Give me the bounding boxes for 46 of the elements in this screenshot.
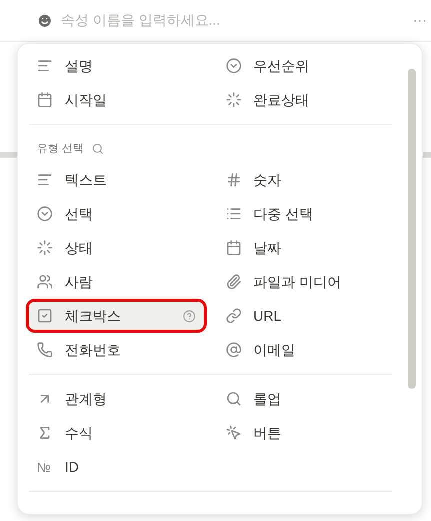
lines-icon (37, 172, 53, 188)
menu-item[interactable]: 버튼 (218, 419, 392, 447)
phone-icon (37, 342, 53, 358)
number-sign-icon: № (37, 460, 53, 474)
people-icon (37, 274, 53, 290)
at-sign-icon (226, 342, 242, 358)
menu-item[interactable]: URL (218, 302, 392, 330)
link-icon (226, 308, 242, 324)
menu-item[interactable]: 이메일 (218, 336, 392, 364)
list-icon (226, 206, 242, 222)
property-name-field[interactable]: 속성 이름을 입력하세요... (61, 10, 405, 31)
menu-item[interactable]: 날짜 (218, 234, 392, 262)
menu-item[interactable]: 완료상태 (218, 86, 392, 114)
menu-item[interactable]: 전화번호 (29, 336, 204, 364)
menu-item[interactable]: 수식 (29, 419, 204, 447)
section-header: 유형 선택 (37, 142, 84, 157)
lines-icon (37, 58, 53, 74)
menu-item[interactable]: 시작일 (29, 86, 204, 114)
pointer-icon (226, 425, 242, 441)
paperclip-icon (226, 274, 242, 290)
menu-item[interactable]: 다중 선택 (218, 200, 392, 228)
menu-item[interactable]: 체크박스 (29, 302, 204, 330)
scrollbar-thumb[interactable] (408, 69, 416, 389)
menu-item[interactable]: 상태 (29, 234, 204, 262)
menu-item[interactable]: 사람 (29, 268, 204, 296)
dropdown-circle-icon (37, 206, 53, 222)
search-icon (226, 391, 242, 407)
calendar-icon (37, 92, 53, 108)
menu-item[interactable]: 설명 (29, 52, 204, 80)
menu-item[interactable]: 텍스트 (29, 166, 204, 194)
spinner-icon (226, 92, 242, 108)
help-icon[interactable] (182, 310, 196, 322)
menu-item[interactable]: 파일과 미디어 (218, 268, 392, 296)
calendar-icon (226, 240, 242, 256)
search-icon[interactable] (92, 143, 104, 155)
hash-icon (226, 172, 242, 188)
dropdown-circle-icon (226, 58, 242, 74)
spinner-icon (37, 240, 53, 256)
checkbox-icon (37, 308, 53, 324)
menu-item[interactable]: 숫자 (218, 166, 392, 194)
menu-item[interactable]: 관계형 (29, 385, 204, 413)
menu-item[interactable]: 우선순위 (218, 52, 392, 80)
menu-item[interactable]: 선택 (29, 200, 204, 228)
menu-item[interactable]: 롤업 (218, 385, 392, 413)
emoji-icon[interactable] (37, 12, 53, 28)
menu-item[interactable]: № ID (29, 453, 204, 481)
